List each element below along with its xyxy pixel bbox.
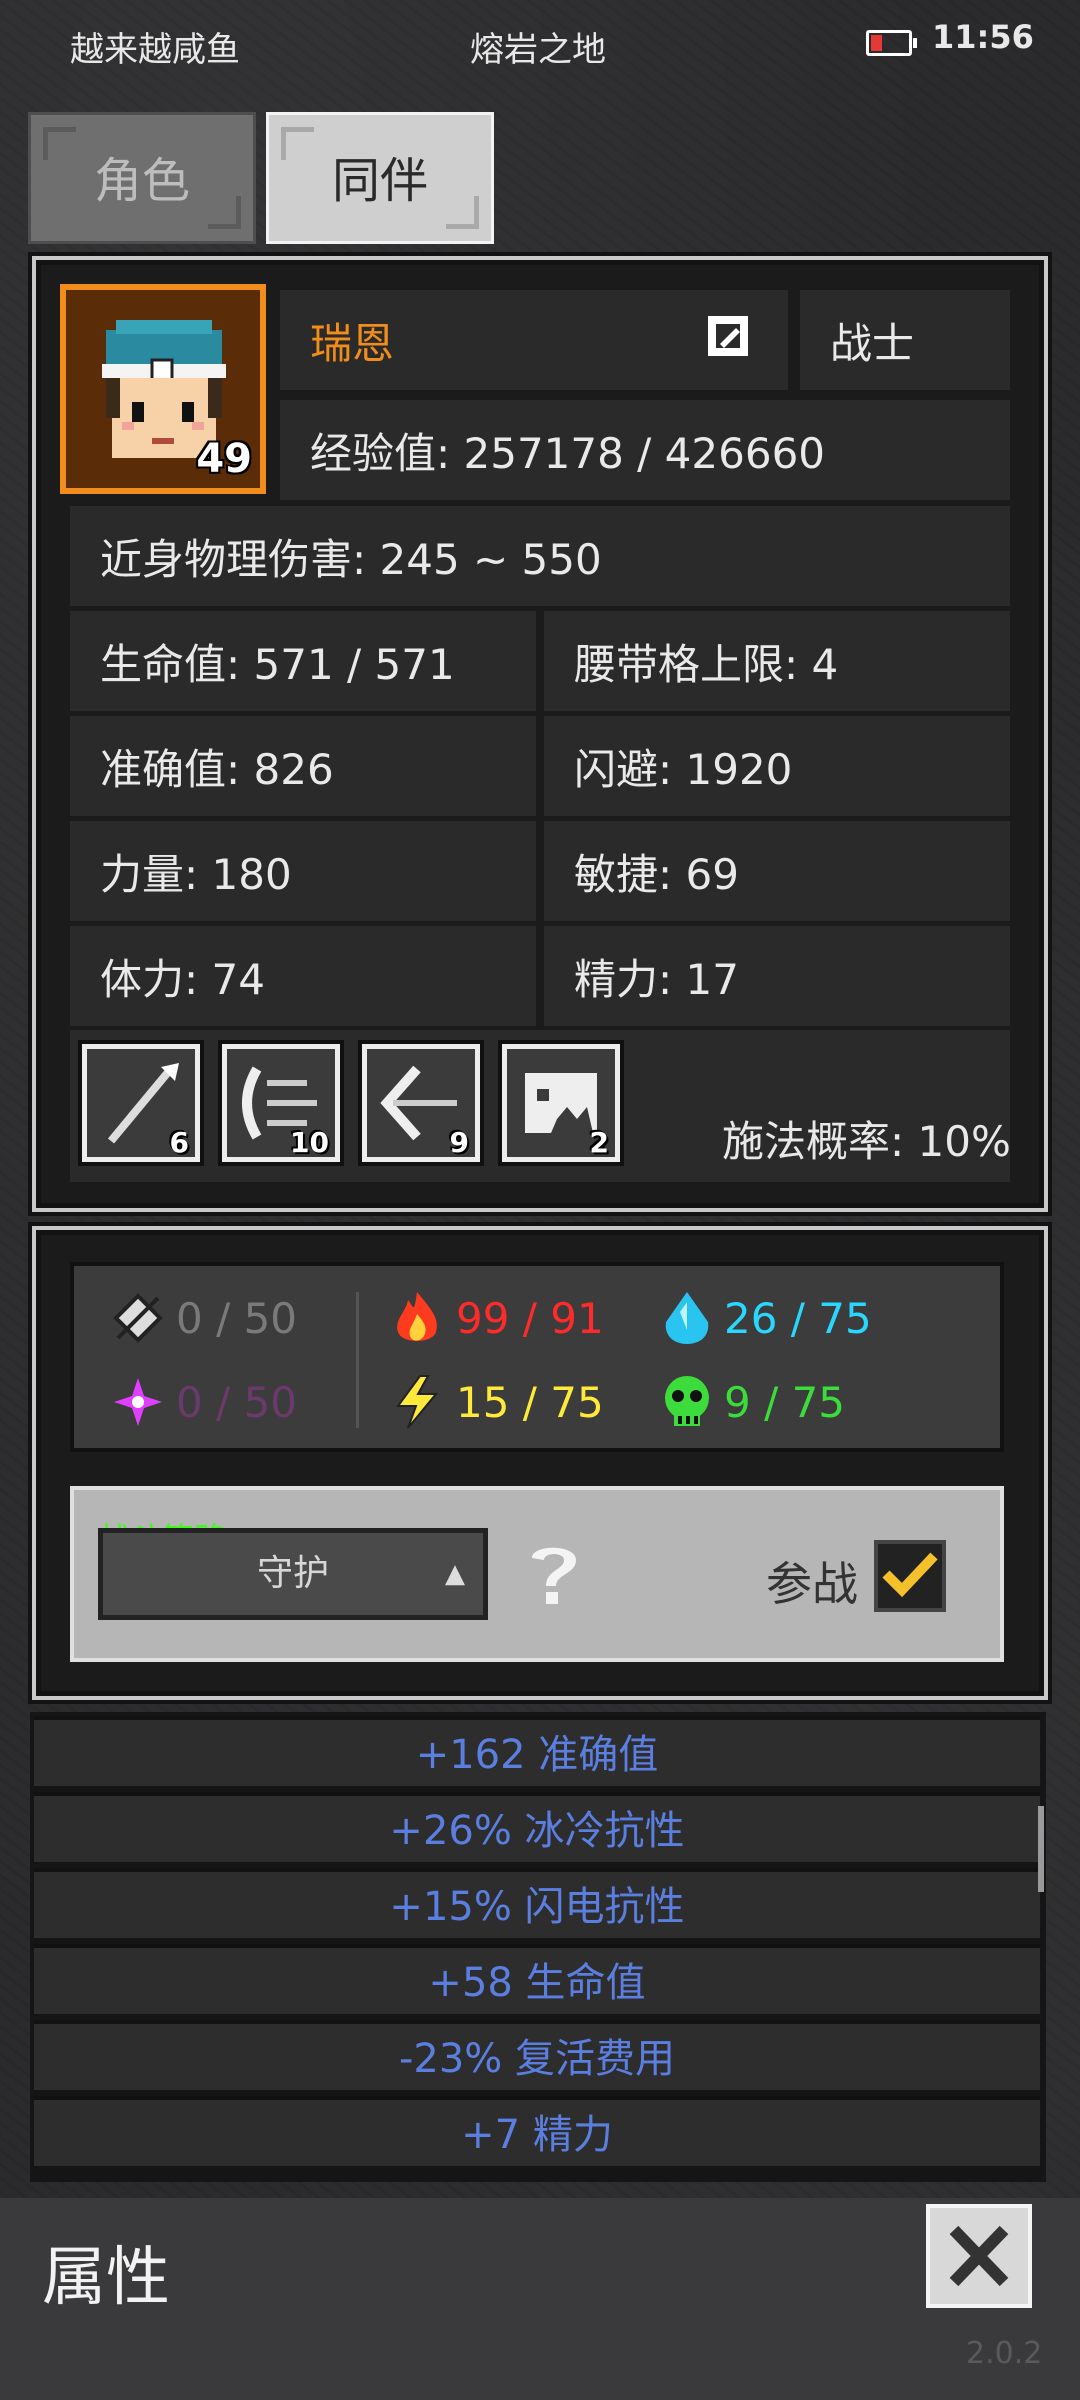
stat-strength-text: 力量: 180 [100, 849, 292, 899]
location-name: 熔岩之地 [470, 30, 606, 70]
damage-text: 近身物理伤害: 245 ~ 550 [100, 534, 602, 584]
skill-slot-3[interactable]: 9 [362, 1044, 480, 1162]
cold-resist-icon [660, 1290, 714, 1346]
experience-text: 经验值: 257178 / 426660 [310, 428, 826, 478]
join-battle-label: 参战 [766, 1557, 858, 1611]
tab-character-label: 角色 [93, 153, 190, 209]
character-portrait: 49 [60, 284, 266, 494]
character-level: 49 [196, 436, 252, 482]
experience-cell: 经验值: 257178 / 426660 [280, 400, 1010, 500]
cast-rate: 施法概率: 10% [722, 1117, 1011, 1166]
skill-slot-2[interactable]: 10 [222, 1044, 340, 1162]
tab-companion[interactable]: 同伴 [266, 112, 494, 244]
bonus-item: +58 生命值 [34, 1944, 1040, 2014]
cold-resist-value: 26 / 75 [724, 1294, 872, 1343]
join-battle-checkbox[interactable] [874, 1540, 946, 1612]
scrollbar[interactable] [1038, 1806, 1044, 1892]
bonus-item: -23% 复活费用 [34, 2020, 1040, 2090]
stat-hp-text: 生命值: 571 / 571 [100, 639, 455, 689]
character-class: 战士 [830, 318, 915, 368]
tab-character[interactable]: 角色 [28, 112, 256, 244]
help-icon[interactable] [524, 1540, 584, 1610]
resistance-divider [356, 1292, 359, 1428]
stat-accuracy: 准确值: 826 [70, 716, 536, 816]
stat-hp: 生命值: 571 / 571 [70, 611, 536, 711]
physical-resist-icon [112, 1292, 164, 1344]
stat-agility: 敏捷: 69 [544, 821, 1010, 921]
stat-stamina-text: 体力: 74 [100, 954, 265, 1004]
skill-3-count: 9 [449, 1126, 469, 1159]
rename-icon[interactable] [706, 314, 750, 358]
chevron-up-icon: ▲ [445, 1559, 465, 1589]
stat-strength: 力量: 180 [70, 821, 536, 921]
fire-resist-value: 99 / 91 [456, 1294, 604, 1343]
skill-slot-4[interactable]: 2 [502, 1044, 620, 1162]
skill-2-count: 10 [290, 1126, 329, 1159]
battery-icon [866, 30, 917, 56]
status-bar: 越来越咸鱼 熔岩之地 11:56 [0, 0, 1080, 96]
close-icon [949, 2225, 1009, 2287]
character-name: 瑞恩 [310, 318, 395, 368]
clock: 11:56 [932, 18, 1034, 56]
strategy-value: 守护 [256, 1553, 329, 1594]
skill-slot-1[interactable]: 6 [82, 1044, 200, 1162]
bonus-item: +26% 冰冷抗性 [34, 1792, 1040, 1862]
physical-resist-value: 0 / 50 [176, 1294, 298, 1343]
stat-accuracy-text: 准确值: 826 [100, 744, 334, 794]
bonus-item: +7 精力 [34, 2096, 1040, 2166]
stat-stamina: 体力: 74 [70, 926, 536, 1026]
lightning-resist-value: 15 / 75 [456, 1378, 604, 1427]
fire-resist-icon [390, 1290, 444, 1346]
checkmark-icon [882, 1552, 938, 1598]
stat-belt-text: 腰带格上限: 4 [574, 639, 839, 689]
close-button[interactable] [926, 2204, 1032, 2308]
app-name: 越来越咸鱼 [70, 30, 240, 70]
stat-energy: 精力: 17 [544, 926, 1010, 1026]
magic-resist-icon [112, 1376, 164, 1428]
stat-belt: 腰带格上限: 4 [544, 611, 1010, 711]
magic-resist-value: 0 / 50 [176, 1378, 298, 1427]
skill-4-count: 2 [589, 1126, 609, 1159]
page-title: 属性 [42, 2241, 170, 2315]
stat-dodge: 闪避: 1920 [544, 716, 1010, 816]
stat-agility-text: 敏捷: 69 [574, 849, 739, 899]
poison-resist-icon [660, 1374, 714, 1430]
skill-1-count: 6 [169, 1126, 189, 1159]
stat-dodge-text: 闪避: 1920 [574, 744, 793, 794]
version-label: 2.0.2 [966, 2336, 1043, 2371]
strategy-dropdown[interactable]: 守护 ▲ [98, 1528, 488, 1620]
tab-companion-label: 同伴 [331, 153, 428, 209]
lightning-resist-icon [390, 1374, 444, 1430]
bonus-item: +15% 闪电抗性 [34, 1868, 1040, 1938]
poison-resist-value: 9 / 75 [724, 1378, 846, 1427]
class-cell: 战士 [800, 290, 1010, 390]
bonus-item: +162 准确值 [34, 1716, 1040, 1786]
stat-energy-text: 精力: 17 [574, 954, 739, 1004]
damage-cell: 近身物理伤害: 245 ~ 550 [70, 506, 1010, 606]
